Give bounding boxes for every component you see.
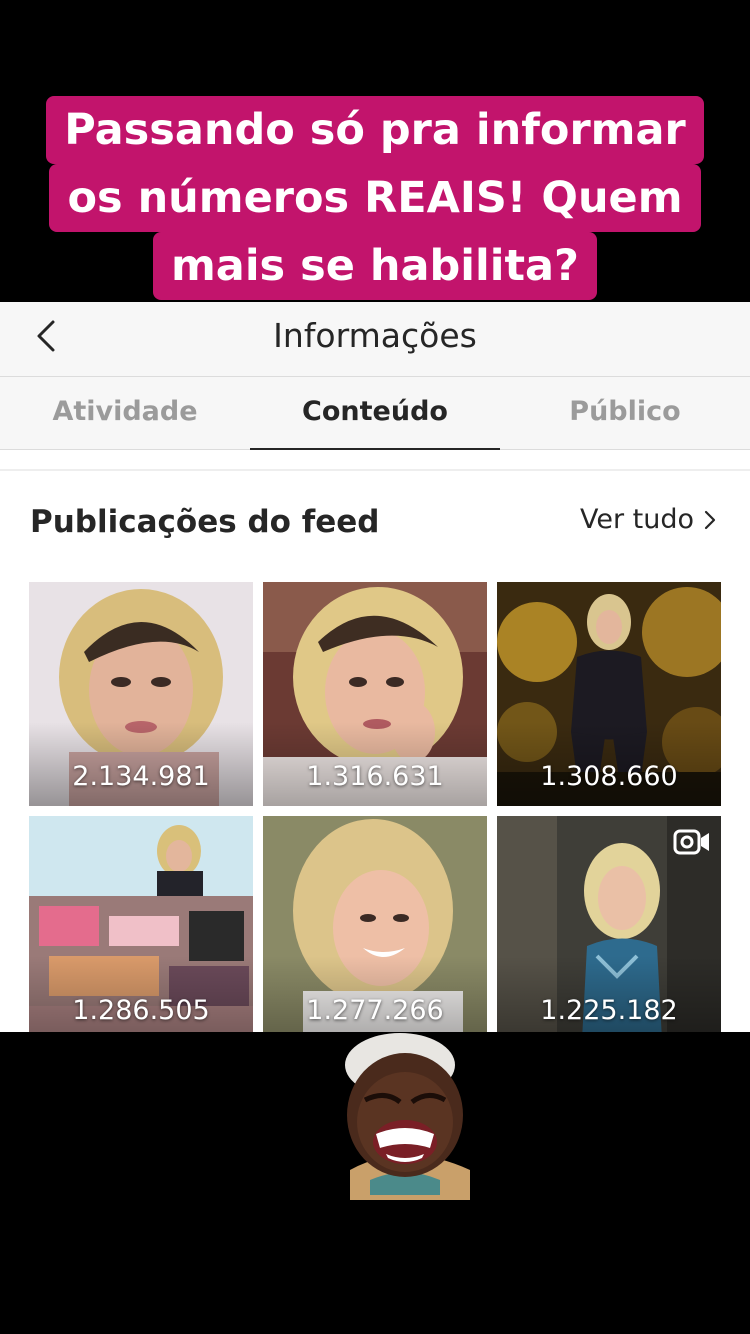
insights-panel: Informações Atividade Conteúdo Público P… [0, 302, 750, 1032]
feed-post[interactable]: 1.277.266 [263, 816, 487, 1032]
see-all-label: Ver tudo [579, 504, 694, 535]
feed-post[interactable]: 1.316.631 [263, 582, 487, 806]
page-title: Informações [273, 316, 477, 355]
caption-line-3: mais se habilita? [153, 232, 597, 300]
post-reach-count: 2.134.981 [72, 761, 210, 792]
post-reach-count: 1.277.266 [306, 995, 444, 1026]
tab-conteudo[interactable]: Conteúdo [250, 377, 500, 450]
section-divider [0, 469, 750, 471]
post-reach-count: 1.308.660 [540, 761, 678, 792]
caption-sticker: Passando só pra informar os números REAI… [0, 96, 750, 300]
feed-grid: 2.134.981 1.316.631 1.308.660 1.286.505 … [29, 582, 721, 1032]
feed-post[interactable]: 1.225.182 [497, 816, 721, 1032]
top-bar: Informações [0, 302, 750, 377]
chevron-right-icon [704, 510, 716, 529]
tab-publico[interactable]: Público [500, 377, 750, 449]
tab-atividade[interactable]: Atividade [0, 377, 250, 449]
see-all-link[interactable]: Ver tudo [580, 504, 716, 535]
feed-post[interactable]: 2.134.981 [29, 582, 253, 806]
tab-bar: Atividade Conteúdo Público [0, 377, 750, 450]
caption-line-2: os números REAIS! Quem [49, 164, 701, 232]
post-reach-count: 1.225.182 [540, 995, 678, 1026]
laughing-face-sticker [345, 1033, 470, 1200]
caption-line-1: Passando só pra informar [46, 96, 704, 164]
feed-post[interactable]: 1.286.505 [29, 816, 253, 1032]
post-reach-count: 1.316.631 [306, 761, 444, 792]
video-camera-icon [673, 829, 709, 855]
feed-post[interactable]: 1.308.660 [497, 582, 721, 806]
post-reach-count: 1.286.505 [72, 995, 210, 1026]
feed-section-title: Publicações do feed [30, 504, 380, 540]
